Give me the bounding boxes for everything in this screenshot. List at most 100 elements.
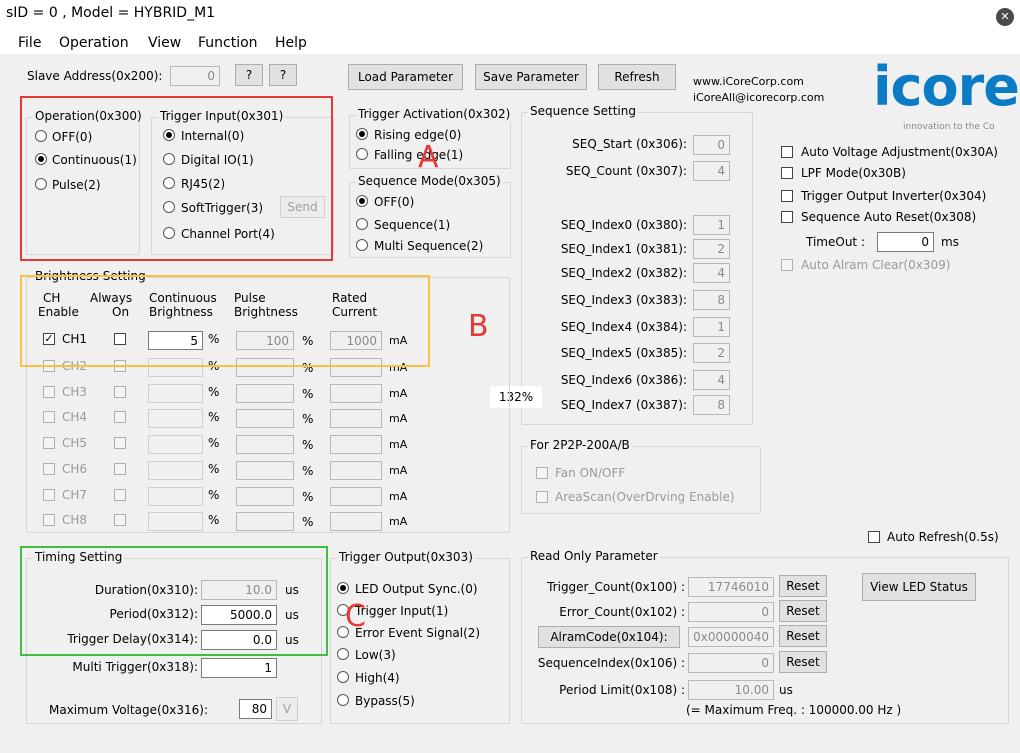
trigout-high-label: High(4)	[355, 671, 400, 685]
slave-help-button-2[interactable]: ?	[269, 64, 297, 86]
trigout-bypass-radio[interactable]	[337, 694, 349, 706]
multi-trigger-label: Multi Trigger(0x318):	[72, 660, 198, 674]
multi-trigger-field[interactable]: 1	[201, 658, 277, 678]
alarm-code-button[interactable]: AlramCode(0x104):	[538, 626, 680, 648]
pulse-brightness-field[interactable]	[236, 409, 294, 428]
view-led-status-button[interactable]: View LED Status	[862, 573, 976, 601]
continuous-brightness-field[interactable]	[148, 435, 203, 454]
menu-function[interactable]: Function	[198, 34, 258, 52]
percent-unit: %	[208, 385, 220, 399]
seq-index-field[interactable]: 1	[693, 317, 730, 337]
pulse-brightness-field[interactable]	[236, 435, 294, 454]
trigout-low-radio[interactable]	[337, 648, 349, 660]
channel-enable-checkbox[interactable]	[43, 437, 55, 449]
auto-refresh-checkbox[interactable]	[868, 531, 880, 543]
continuous-brightness-field[interactable]	[148, 409, 203, 428]
max-voltage-field[interactable]: 80	[239, 699, 272, 719]
reset-trigger-count-button[interactable]: Reset	[779, 575, 827, 597]
continuous-brightness-field[interactable]	[148, 384, 203, 403]
seq-index-label: SEQ_Index7 (0x387):	[560, 398, 687, 412]
trigger-count-field[interactable]: 17746010	[688, 577, 774, 597]
always-on-checkbox[interactable]	[114, 489, 126, 501]
refresh-button[interactable]: Refresh	[598, 64, 676, 90]
percent-unit: %	[302, 464, 314, 478]
save-parameter-button[interactable]: Save Parameter	[475, 64, 587, 90]
sequence-index-field[interactable]: 0	[688, 653, 774, 673]
auto-voltage-checkbox[interactable]	[781, 146, 793, 158]
seq-index-field[interactable]: 1	[693, 215, 730, 235]
reset-sequence-index-button[interactable]: Reset	[779, 651, 827, 673]
period-limit-field[interactable]: 10.00	[688, 680, 774, 700]
seq-index-field[interactable]: 2	[693, 239, 730, 259]
seq-index-field[interactable]: 8	[693, 395, 730, 415]
percent-unit: %	[208, 513, 220, 527]
seqmode-multi-radio[interactable]	[356, 239, 368, 251]
seq-index-label: SEQ_Index3 (0x383):	[560, 293, 687, 307]
rated-current-field[interactable]	[330, 461, 382, 480]
areascan-checkbox[interactable]	[536, 491, 548, 503]
channel-enable-checkbox[interactable]	[43, 411, 55, 423]
continuous-brightness-field[interactable]	[148, 461, 203, 480]
trigger-inverter-checkbox[interactable]	[781, 190, 793, 202]
pulse-brightness-field[interactable]	[236, 461, 294, 480]
seq-index-field[interactable]: 4	[693, 370, 730, 390]
menu-file[interactable]: File	[18, 34, 41, 52]
menu-operation[interactable]: Operation	[59, 34, 129, 52]
seq-index-field[interactable]: 2	[693, 343, 730, 363]
seq-count-label: SEQ_Count (0x307):	[565, 164, 687, 178]
alarm-code-field[interactable]: 0x00000040	[688, 627, 774, 647]
rising-edge-radio[interactable]	[356, 128, 368, 140]
lpf-mode-checkbox[interactable]	[781, 167, 793, 179]
slave-help-button-1[interactable]: ?	[235, 64, 263, 86]
trigout-led-sync-radio[interactable]	[337, 582, 349, 594]
channel-enable-checkbox[interactable]	[43, 386, 55, 398]
website-link: www.iCoreCorp.com	[693, 75, 804, 88]
rated-current-field[interactable]	[330, 384, 382, 403]
max-voltage-apply-button[interactable]: V	[276, 697, 298, 721]
always-on-checkbox[interactable]	[114, 514, 126, 526]
annotation-letter-c: C	[345, 599, 366, 634]
pulse-brightness-field[interactable]	[236, 487, 294, 506]
reset-alarm-button[interactable]: Reset	[779, 625, 827, 647]
menu-help[interactable]: Help	[275, 34, 307, 52]
slave-address-field[interactable]: 0	[170, 66, 220, 86]
close-icon[interactable]: ✕	[996, 8, 1014, 26]
seq-auto-reset-checkbox[interactable]	[781, 211, 793, 223]
seq-index-label: SEQ_Index0 (0x380):	[560, 218, 687, 232]
seq-start-field[interactable]: 0	[693, 135, 730, 155]
continuous-brightness-field[interactable]	[148, 487, 203, 506]
always-on-checkbox[interactable]	[114, 386, 126, 398]
rated-current-field[interactable]	[330, 435, 382, 454]
readonly-title: Read Only Parameter	[528, 549, 660, 564]
fan-onoff-label: Fan ON/OFF	[555, 466, 626, 480]
channel-enable-checkbox[interactable]	[43, 463, 55, 475]
channel-name: CH5	[62, 436, 88, 450]
slave-address-label: Slave Address(0x200):	[27, 69, 163, 83]
pulse-brightness-field[interactable]	[236, 384, 294, 403]
rated-current-field[interactable]	[330, 409, 382, 428]
continuous-brightness-field[interactable]	[148, 512, 203, 531]
channel-enable-checkbox[interactable]	[43, 514, 55, 526]
fan-onoff-checkbox[interactable]	[536, 467, 548, 479]
seqmode-sequence-radio[interactable]	[356, 218, 368, 230]
ma-unit: mA	[389, 412, 408, 425]
falling-edge-radio[interactable]	[356, 148, 368, 160]
seqmode-off-radio[interactable]	[356, 195, 368, 207]
error-count-field[interactable]: 0	[688, 602, 774, 622]
rated-current-field[interactable]	[330, 487, 382, 506]
seq-count-field[interactable]: 4	[693, 161, 730, 181]
load-parameter-button[interactable]: Load Parameter	[348, 64, 463, 90]
always-on-checkbox[interactable]	[114, 463, 126, 475]
timeout-field[interactable]: 0	[877, 232, 934, 252]
always-on-checkbox[interactable]	[114, 411, 126, 423]
menu-view[interactable]: View	[148, 34, 181, 52]
auto-alarm-checkbox[interactable]	[781, 259, 793, 271]
seq-index-field[interactable]: 8	[693, 290, 730, 310]
reset-error-count-button[interactable]: Reset	[779, 600, 827, 622]
pulse-brightness-field[interactable]	[236, 512, 294, 531]
always-on-checkbox[interactable]	[114, 437, 126, 449]
rated-current-field[interactable]	[330, 512, 382, 531]
trigout-high-radio[interactable]	[337, 671, 349, 683]
seq-index-field[interactable]: 4	[693, 263, 730, 283]
channel-enable-checkbox[interactable]	[43, 489, 55, 501]
